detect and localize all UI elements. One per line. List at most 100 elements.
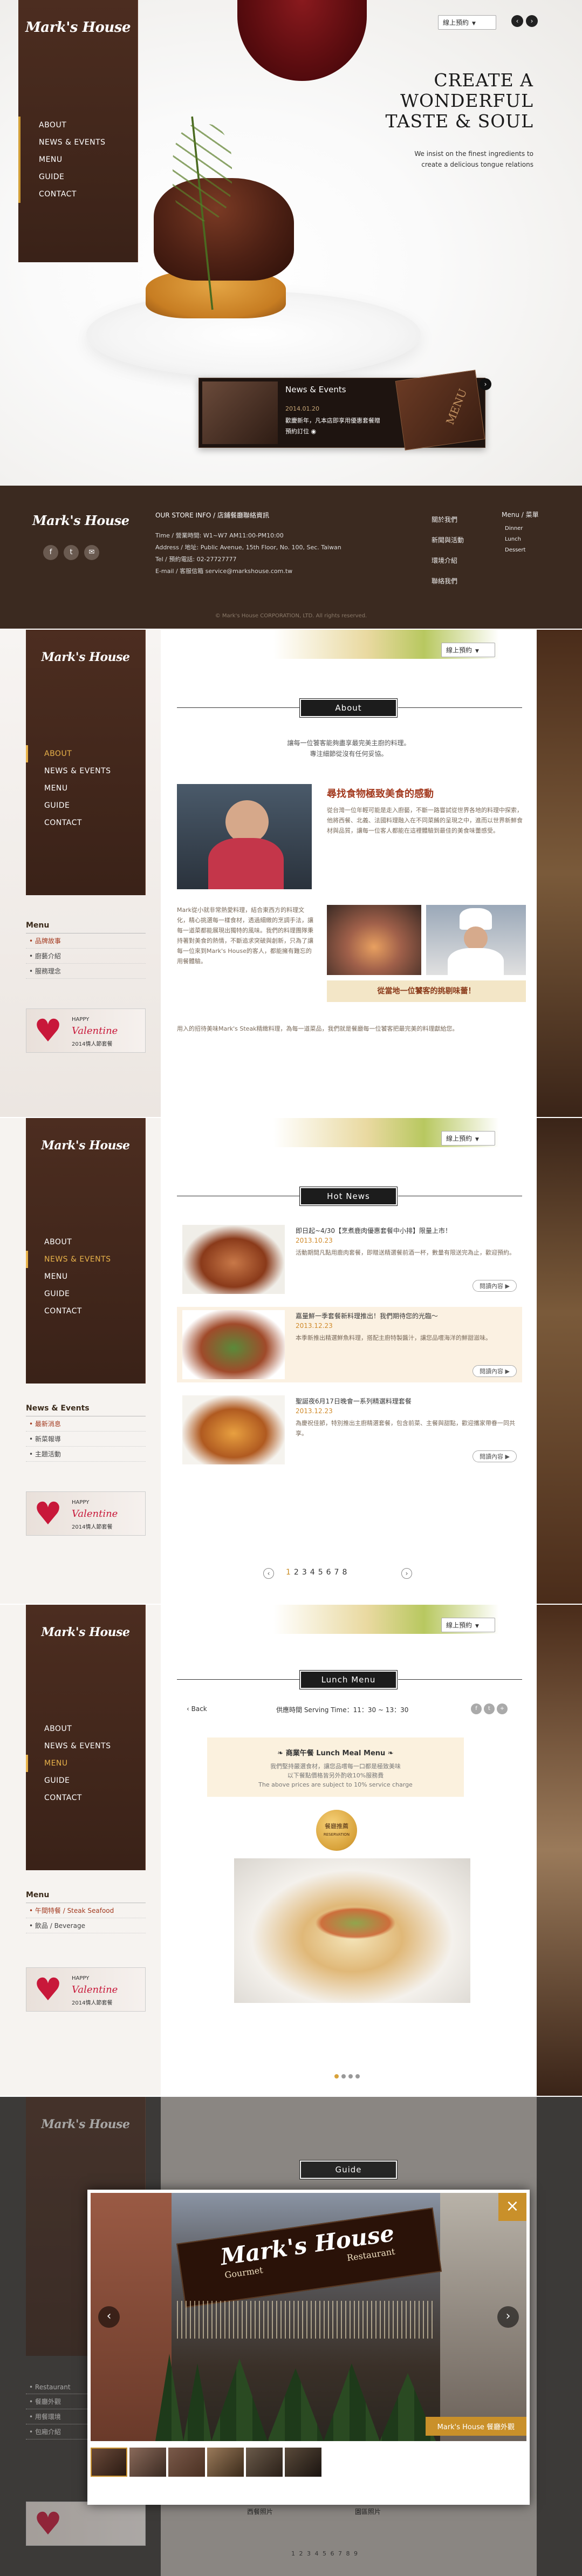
footer-menu-lunch[interactable]: Lunch — [502, 534, 539, 545]
back-button[interactable]: ‹ Back — [187, 1705, 207, 1713]
carousel-dot[interactable] — [355, 2074, 360, 2078]
thumbnail[interactable] — [168, 2448, 205, 2477]
page-5[interactable]: 5 — [318, 1568, 326, 1577]
valentine-banner[interactable]: ♥ HAPPY Valentine 2014情人節套餐 — [26, 1491, 146, 1536]
footer-link-about[interactable]: 關於我們 — [432, 509, 464, 530]
submenu-item-service[interactable]: • 服務理念 — [26, 964, 146, 979]
footer-menu-head[interactable]: Menu / 菜單 — [502, 509, 539, 520]
nav-menu[interactable]: MENU — [26, 780, 145, 797]
page-8[interactable]: 8 — [342, 1568, 350, 1577]
page-1[interactable]: 1 — [286, 1568, 294, 1577]
submenu-item-events[interactable]: • 主題活動 — [26, 1447, 146, 1462]
footer-link-news[interactable]: 新聞與活動 — [432, 530, 464, 550]
submenu-item-beverage[interactable]: • 飲品 / Beverage — [26, 1918, 146, 1933]
pagination[interactable]: 12345678 — [286, 1568, 350, 1577]
facebook-icon[interactable]: f — [43, 545, 58, 560]
carousel-dot[interactable] — [334, 2074, 339, 2078]
nav-about[interactable]: ABOUT — [26, 745, 145, 762]
footer-link-env[interactable]: 環境介紹 — [432, 550, 464, 571]
thumbnail[interactable] — [91, 2448, 127, 2477]
footer-menu-dinner[interactable]: Dinner — [502, 523, 539, 534]
nav-contact[interactable]: CONTACT — [26, 1303, 145, 1320]
footer-link-contact[interactable]: 聯絡我們 — [432, 571, 464, 591]
nav-about[interactable]: ABOUT — [26, 1234, 145, 1251]
lightbox-close-icon[interactable]: × — [498, 2193, 526, 2221]
read-more-button[interactable]: 閱讀內容 ▶ — [473, 1365, 517, 1377]
submenu-item-chef[interactable]: • 廚藝介紹 — [26, 949, 146, 964]
nav-menu[interactable]: MENU — [20, 151, 138, 168]
next-arrow-icon[interactable]: › — [526, 15, 538, 27]
page-next-icon[interactable]: › — [401, 1568, 412, 1579]
twitter-icon[interactable]: t — [64, 545, 79, 560]
page-4[interactable]: 4 — [310, 1568, 318, 1577]
prev-arrow-icon[interactable]: ‹ — [511, 15, 523, 27]
submenu-item-story[interactable]: • 品牌故事 — [26, 933, 146, 949]
news-item-title[interactable]: 聖誕夜6月17日晚會一系列精選料理套餐 — [296, 1396, 522, 1406]
thumbnail[interactable] — [207, 2448, 244, 2477]
news-next-icon[interactable]: › — [480, 378, 491, 390]
nav-contact[interactable]: CONTACT — [20, 186, 138, 203]
nav-guide[interactable]: GUIDE — [26, 1772, 145, 1789]
reservation-select[interactable]: 線上預約 ▼ — [441, 1618, 495, 1632]
valentine-banner[interactable]: ♥ HAPPY Valentine 2014情人節套餐 — [26, 1008, 146, 1053]
nav-news[interactable]: NEWS & EVENTS — [26, 1251, 145, 1268]
news-item-title[interactable]: 即日起~4/30【烹煮鹿肉優惠套餐中小排】限量上市！ — [296, 1226, 522, 1235]
carousel-dot[interactable] — [348, 2074, 353, 2078]
guide-pagination[interactable]: 1 2 3 4 5 6 7 8 9 — [291, 2550, 359, 2557]
thumbnail[interactable] — [129, 2448, 166, 2477]
page-2[interactable]: 2 — [294, 1568, 302, 1577]
page-prev-icon[interactable]: ‹ — [263, 1568, 274, 1579]
page-7[interactable]: 7 — [334, 1568, 343, 1577]
logo[interactable]: Mark's House — [18, 19, 138, 36]
reservation-badge[interactable]: 餐廳推薦 RESERVATION — [316, 1810, 357, 1851]
nav-contact[interactable]: CONTACT — [26, 814, 145, 832]
news-item-title[interactable]: 嘉量鮮一季套餐新料理推出！我們期待您的光臨～ — [296, 1311, 522, 1320]
nav-guide[interactable]: GUIDE — [20, 168, 138, 186]
nav-guide[interactable]: GUIDE — [26, 797, 145, 814]
lightbox-prev-icon[interactable]: ‹ — [98, 2306, 120, 2328]
news-item[interactable]: 即日起~4/30【烹煮鹿肉優惠套餐中小排】限量上市！ 2013.10.23 活動… — [177, 1222, 522, 1297]
news-card-more[interactable]: 預約訂位 ◉ — [285, 427, 316, 435]
valentine-banner[interactable]: ♥ — [26, 2502, 146, 2546]
footer-logo[interactable]: Mark's House — [32, 513, 140, 528]
submenu-item-latest[interactable]: • 最新消息 — [26, 1416, 146, 1432]
store-email[interactable]: E-mail / 客服信箱 service@markshouse.com.tw — [155, 565, 341, 577]
thumbnail[interactable] — [285, 2448, 321, 2477]
page-3[interactable]: 3 — [302, 1568, 310, 1577]
facebook-icon[interactable]: f — [471, 1703, 482, 1714]
logo[interactable]: Mark's House — [26, 650, 145, 664]
carousel-dots[interactable] — [334, 2074, 360, 2078]
footer-menu-dessert[interactable]: Dessert — [502, 545, 539, 556]
submenu-item-lunch[interactable]: • 午間特餐 / Steak Seafood — [26, 1903, 146, 1918]
nav-menu[interactable]: MENU — [26, 1755, 145, 1772]
nav-about[interactable]: ABOUT — [20, 117, 138, 134]
read-more-button[interactable]: 閱讀內容 ▶ — [473, 1280, 517, 1292]
news-item[interactable]: 聖誕夜6月17日晚會一系列精選料理套餐 2013.12.23 為慶祝佳節，特別推… — [177, 1392, 522, 1468]
reservation-label: 線上預約 — [446, 1135, 473, 1142]
read-more-button[interactable]: 閱讀內容 ▶ — [473, 1450, 517, 1462]
lightbox-next-icon[interactable]: › — [497, 2306, 519, 2328]
logo[interactable]: Mark's House — [26, 2117, 145, 2131]
submenu-item-dishes[interactable]: • 新菜報導 — [26, 1432, 146, 1447]
reservation-select[interactable]: 線上預約 ▼ — [438, 15, 496, 30]
email-icon[interactable]: ✉ — [84, 545, 99, 560]
valentine-banner[interactable]: ♥ HAPPY Valentine 2014情人節套餐 — [26, 1967, 146, 2012]
twitter-icon[interactable]: t — [484, 1703, 495, 1714]
nav-news[interactable]: NEWS & EVENTS — [20, 134, 138, 151]
page-6[interactable]: 6 — [326, 1568, 334, 1577]
nav-menu[interactable]: MENU — [26, 1268, 145, 1285]
nav-about[interactable]: ABOUT — [26, 1720, 145, 1737]
reservation-select[interactable]: 線上預約 ▼ — [441, 643, 495, 657]
reservation-select[interactable]: 線上預約 ▼ — [441, 1131, 495, 1146]
thumbnail[interactable] — [246, 2448, 283, 2477]
logo[interactable]: Mark's House — [26, 1625, 145, 1639]
nav-guide[interactable]: GUIDE — [26, 1285, 145, 1303]
logo[interactable]: Mark's House — [26, 1139, 145, 1153]
share-icon[interactable]: + — [497, 1703, 508, 1714]
news-item[interactable]: 嘉量鮮一季套餐新料理推出！我們期待您的光臨～ 2013.12.23 本季新推出精… — [177, 1307, 522, 1382]
carousel-dot[interactable] — [341, 2074, 346, 2078]
nav-news[interactable]: NEWS & EVENTS — [26, 1737, 145, 1755]
nav-news[interactable]: NEWS & EVENTS — [26, 762, 145, 780]
nav-contact[interactable]: CONTACT — [26, 1789, 145, 1807]
news-card[interactable]: News & Events 2014.01.20 歡慶新年，凡本店即享用優惠套餐… — [198, 370, 491, 451]
